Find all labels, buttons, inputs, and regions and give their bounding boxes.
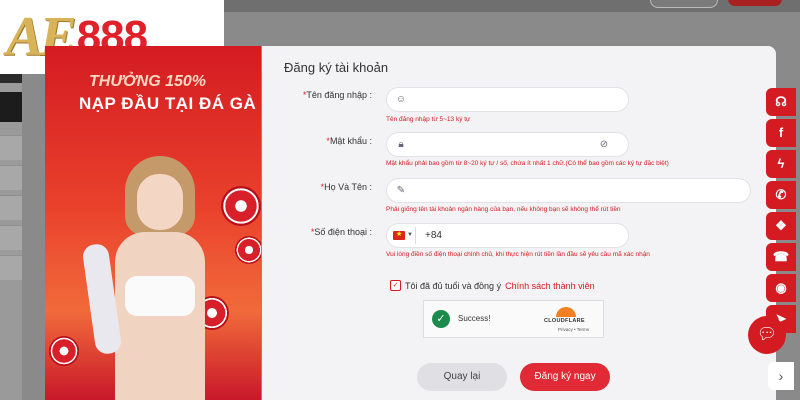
headset-icon[interactable]: ☊	[766, 88, 796, 116]
promo-subheadline: NẠP ĐẦU TẠI ĐÁ GÀ	[79, 94, 257, 113]
casino-chip-image	[49, 336, 79, 366]
rail-item	[0, 255, 22, 280]
username-hint: Tên đăng nhập từ 5~13 ký tự	[386, 116, 471, 123]
messenger-icon[interactable]: ϟ	[766, 150, 796, 178]
fullname-label: *Họ Và Tên :	[320, 182, 372, 192]
phone-country-code: +84	[425, 230, 442, 241]
password-field[interactable]: 🔒︎ ⊘	[386, 132, 629, 157]
register-button[interactable]: Đăng ký ngay	[520, 363, 610, 391]
cloudflare-brand: CLOUDFLARE	[544, 318, 585, 324]
casino-chip-image	[235, 236, 261, 264]
form-title: Đăng ký tài khoản	[284, 60, 389, 75]
rail-thumbnail	[0, 92, 22, 122]
captcha-status: Success!	[458, 314, 491, 323]
password-label: *Mật khẩu :	[326, 136, 372, 146]
phone-field[interactable]: ▼ +84	[386, 223, 629, 248]
username-label: *Tên đăng nhập :	[302, 90, 372, 100]
fullname-field[interactable]: ✎	[386, 178, 751, 203]
registration-modal: Đăng ký tài khoản *Tên đăng nhập : ☺ Tên…	[262, 46, 776, 400]
password-hint: Mật khẩu phải bao gồm từ 8~20 ký tự / số…	[386, 160, 669, 167]
promo-headline: THƯỞNG 150%	[89, 73, 207, 90]
live-chat-icon[interactable]: 💬︎	[748, 316, 786, 354]
rail-item	[0, 165, 22, 190]
vietnam-flag-icon[interactable]	[393, 230, 405, 240]
eye-slash-icon[interactable]: ⊘	[598, 139, 610, 151]
promo-model-image	[81, 156, 225, 400]
agreement-row: ✓ Tôi đã đủ tuổi và đồng ý Chính sách th…	[390, 280, 595, 291]
background-register-button	[728, 0, 782, 6]
lock-icon: 🔒︎	[398, 139, 404, 150]
casino-chip-image	[221, 186, 261, 226]
phone-label: *Số điện thoại :	[310, 227, 372, 237]
rail-item	[0, 195, 22, 220]
member-policy-link[interactable]: Chính sách thành viên	[505, 281, 595, 291]
agreement-checkbox[interactable]: ✓	[390, 280, 401, 291]
cloudflare-logo-icon	[552, 307, 580, 317]
wechat-icon[interactable]: ❖	[766, 212, 796, 240]
promo-banner: THƯỞNG 150% NẠP ĐẦU TẠI ĐÁ GÀ	[45, 46, 261, 400]
phone-icon[interactable]: ☎	[766, 243, 796, 271]
chevron-right-icon[interactable]: ›	[768, 362, 794, 390]
user-icon: ☺	[395, 94, 407, 105]
fullname-hint: Phải giống tên tài khoản ngân hàng của b…	[386, 206, 621, 213]
background-login-button	[650, 0, 718, 8]
phone-hint: Vui lòng điền số điện thoại chính chủ, k…	[386, 251, 650, 258]
rail-item	[0, 135, 22, 160]
rail-item	[0, 225, 22, 250]
cloudflare-captcha[interactable]: ✓ Success! CLOUDFLARE Privacy • Terms	[423, 300, 604, 338]
whatsapp-icon[interactable]: ✆	[766, 181, 796, 209]
back-button[interactable]: Quay lại	[417, 363, 507, 391]
pencil-icon: ✎	[396, 185, 406, 196]
success-check-icon: ✓	[432, 310, 450, 328]
agreement-text: Tôi đã đủ tuổi và đồng ý	[405, 280, 502, 291]
facebook-icon[interactable]: f	[766, 119, 796, 147]
support-icon[interactable]: ◉	[766, 274, 796, 302]
chevron-down-icon[interactable]: ▼	[407, 232, 413, 238]
username-field[interactable]: ☺	[386, 87, 629, 112]
captcha-privacy-terms[interactable]: Privacy • Terms	[558, 327, 589, 332]
